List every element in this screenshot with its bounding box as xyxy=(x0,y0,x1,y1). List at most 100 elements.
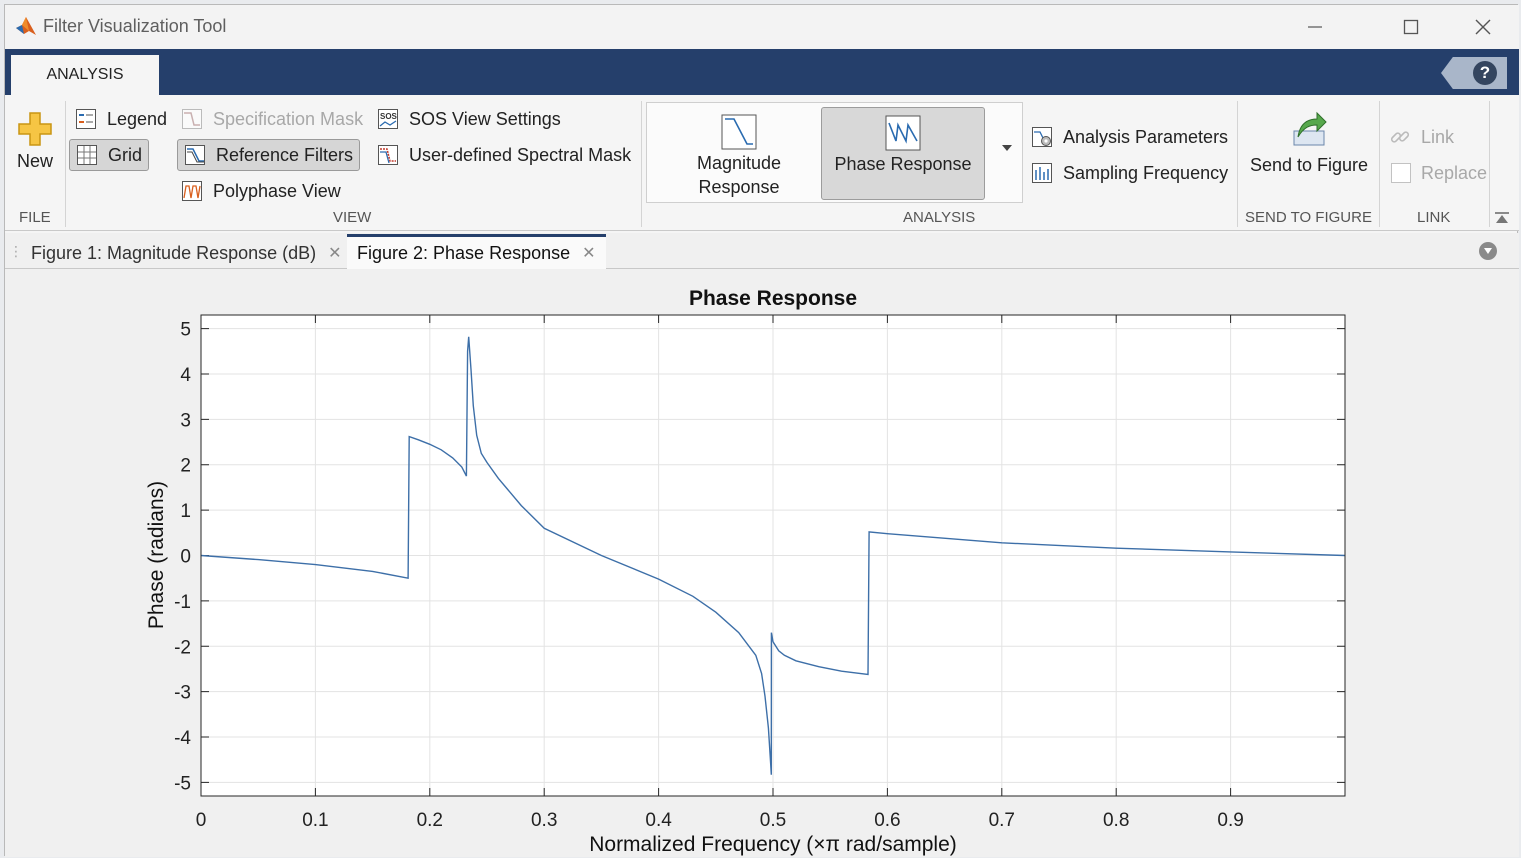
polyphase-icon xyxy=(182,181,202,201)
y-tick-label: 5 xyxy=(180,320,191,341)
x-tick-label: 0.2 xyxy=(417,810,443,831)
magnitude-response-button[interactable]: Magnitude Response xyxy=(657,107,821,200)
window-title: Filter Visualization Tool xyxy=(43,16,227,36)
magnitude-label-line2: Response xyxy=(698,177,780,197)
x-tick-label: 0.4 xyxy=(645,810,672,831)
new-button[interactable]: New xyxy=(13,109,57,173)
replace-checkbox[interactable]: Replace xyxy=(1385,157,1493,189)
minimize-button[interactable] xyxy=(1293,13,1337,41)
link-icon xyxy=(1390,131,1410,143)
x-axis-label: Normalized Frequency (×π rad/sample) xyxy=(589,833,957,856)
analysis-gallery: Magnitude Response Phase Response xyxy=(646,102,1023,203)
spec-mask-label: Specification Mask xyxy=(213,108,364,129)
polyphase-view-button[interactable]: Polyphase View xyxy=(175,175,347,207)
reference-filters-button[interactable]: Reference Filters xyxy=(177,139,361,171)
collapse-icon xyxy=(1495,212,1509,223)
y-tick-label: 4 xyxy=(180,365,191,386)
link-label: Link xyxy=(1421,126,1455,147)
collapse-ribbon-button[interactable] xyxy=(1493,211,1511,232)
close-window-button[interactable] xyxy=(1461,13,1505,41)
analysis-parameters-label: Analysis Parameters xyxy=(1063,126,1229,147)
x-tick-label: 0.1 xyxy=(302,810,328,831)
tab-analysis[interactable]: ANALYSIS xyxy=(11,55,159,95)
analysis-parameters-button[interactable]: Analysis Parameters xyxy=(1025,121,1234,153)
section-divider xyxy=(1237,101,1238,227)
specification-mask-button[interactable]: Specification Mask xyxy=(175,103,369,135)
section-view-label: VIEW xyxy=(333,209,372,226)
tab-label: Figure 1: Magnitude Response (dB) xyxy=(31,242,317,263)
ribbon-tab-strip: ANALYSIS ? xyxy=(5,49,1519,95)
section-divider xyxy=(1379,101,1380,227)
figure-area: Phase Response 0 0.1 0.2 0.3 0.4 0.5 0.6 0.7 0.8… xyxy=(5,269,1519,857)
figure-tab-strip: ⋮ Figure 1: Magnitude Response (dB) ✕ Fi… xyxy=(5,233,1519,269)
sos-icon: SOS xyxy=(378,109,398,129)
tab-label: Figure 2: Phase Response xyxy=(357,242,571,263)
sos-label: SOS View Settings xyxy=(409,108,561,129)
sos-view-settings-button[interactable]: SOS SOS View Settings xyxy=(371,103,567,135)
grid-toggle-button[interactable]: Grid xyxy=(69,139,150,171)
spectral-mask-icon xyxy=(378,145,398,165)
maximize-icon xyxy=(1403,19,1419,35)
link-button[interactable]: Link xyxy=(1383,121,1460,153)
sampling-frequency-button[interactable]: Sampling Frequency xyxy=(1025,157,1234,189)
y-tick-label: 2 xyxy=(180,456,191,477)
chevron-down-icon xyxy=(1002,145,1012,151)
sampling-frequency-icon xyxy=(1032,163,1052,183)
x-tick-label: 0.6 xyxy=(874,810,900,831)
y-tick-label: 3 xyxy=(180,410,191,431)
app-window: Filter Visualization Tool ANALYSIS ? New… xyxy=(4,4,1519,857)
tab-figure-1[interactable]: Figure 1: Magnitude Response (dB) ✕ xyxy=(21,237,352,269)
close-tab-icon[interactable]: ✕ xyxy=(328,243,341,263)
y-tick-label: -4 xyxy=(174,728,191,749)
section-file-label: FILE xyxy=(19,209,51,226)
ribbon-toolstrip: New FILE Legend Grid Specification Mask … xyxy=(5,95,1519,231)
reference-filters-icon xyxy=(185,145,205,165)
title-bar: Filter Visualization Tool xyxy=(5,5,1519,49)
matlab-logo-icon xyxy=(15,15,37,42)
x-tick-label: 0.3 xyxy=(531,810,557,831)
section-link-label: LINK xyxy=(1417,209,1451,226)
send-to-figure-icon xyxy=(1293,111,1327,146)
magnitude-label-line1: Magnitude xyxy=(696,153,782,173)
send-to-figure-label: Send to Figure xyxy=(1249,155,1369,175)
grid-icon xyxy=(77,145,97,165)
minimize-icon xyxy=(1308,26,1322,28)
x-tick-labels: 0 0.1 0.2 0.3 0.4 0.5 0.6 0.7 0.8 0.9 xyxy=(196,810,1244,831)
legend-label: Legend xyxy=(107,108,168,129)
plus-icon xyxy=(18,112,52,146)
sampling-frequency-label: Sampling Frequency xyxy=(1063,162,1229,183)
x-tick-label: 0 xyxy=(196,810,207,831)
phase-response-icon xyxy=(885,115,921,151)
gallery-expand-button[interactable] xyxy=(999,141,1015,159)
section-analysis-label: ANALYSIS xyxy=(903,209,976,226)
magnitude-response-icon xyxy=(721,114,757,150)
x-tick-label: 0.5 xyxy=(760,810,786,831)
maximize-button[interactable] xyxy=(1389,13,1433,41)
checkbox-icon xyxy=(1391,163,1411,183)
spec-mask-icon xyxy=(182,109,202,129)
close-icon xyxy=(1475,19,1491,35)
user-spectral-mask-button[interactable]: User-defined Spectral Mask xyxy=(371,139,637,171)
section-divider xyxy=(1489,101,1490,227)
y-tick-label: -3 xyxy=(174,683,191,704)
y-tick-label: -2 xyxy=(174,637,191,658)
phase-response-chart[interactable]: Phase Response 0 0.1 0.2 0.3 0.4 0.5 0.6 0.7 0.8… xyxy=(5,269,1519,857)
reference-filters-label: Reference Filters xyxy=(216,144,354,165)
legend-icon xyxy=(76,109,96,129)
send-to-figure-button[interactable]: Send to Figure xyxy=(1245,109,1373,177)
chart-title: Phase Response xyxy=(689,287,857,310)
x-tick-label: 0.8 xyxy=(1103,810,1129,831)
tab-menu-button[interactable] xyxy=(1479,242,1497,260)
x-tick-label: 0.7 xyxy=(989,810,1015,831)
phase-response-button[interactable]: Phase Response xyxy=(821,107,985,200)
section-divider xyxy=(65,101,66,227)
y-tick-label: 1 xyxy=(180,501,191,522)
svg-text:SOS: SOS xyxy=(380,112,398,121)
close-tab-icon[interactable]: ✕ xyxy=(582,243,595,263)
tab-figure-2[interactable]: Figure 2: Phase Response ✕ xyxy=(347,234,606,269)
legend-button[interactable]: Legend xyxy=(69,103,173,135)
user-mask-label: User-defined Spectral Mask xyxy=(409,144,632,165)
help-button[interactable]: ? xyxy=(1473,61,1497,85)
phase-label: Phase Response xyxy=(834,154,972,174)
new-label: New xyxy=(16,151,53,171)
